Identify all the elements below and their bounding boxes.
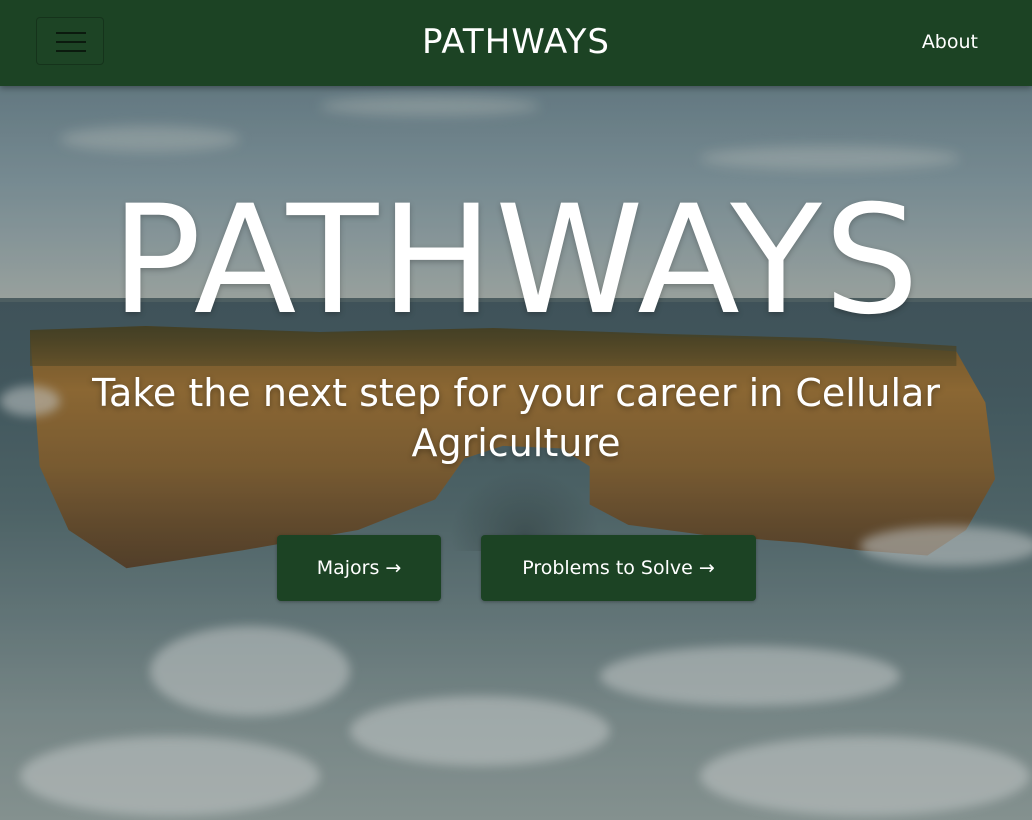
top-navbar: PATHWAYS About [0, 0, 1032, 86]
majors-button[interactable]: Majors → [277, 535, 441, 601]
hamburger-menu-icon-bar [56, 41, 86, 43]
hamburger-menu-icon [56, 32, 86, 34]
menu-toggle-button[interactable] [36, 17, 104, 65]
nav-link-about[interactable]: About [922, 29, 978, 55]
hero-subtitle: Take the next step for your career in Ce… [92, 371, 940, 465]
hamburger-menu-icon-bar [56, 50, 86, 52]
hero-title: PATHWAYS [110, 174, 922, 348]
brand-container: PATHWAYS [0, 18, 1032, 66]
brand-logo-link[interactable]: PATHWAYS [422, 22, 610, 62]
page: PATHWAYS About PATHWAYS Take the next st… [0, 0, 1032, 820]
problems-to-solve-button[interactable]: Problems to Solve → [481, 535, 756, 601]
